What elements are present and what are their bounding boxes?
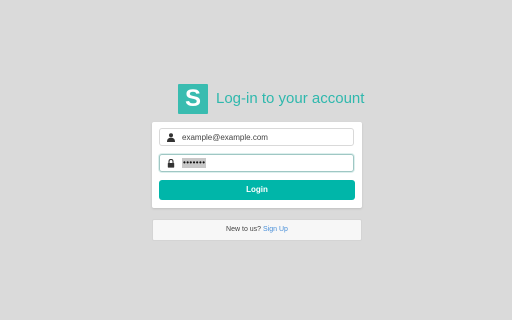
email-input[interactable]: example@example.com (182, 133, 268, 142)
email-field[interactable]: example@example.com (159, 128, 354, 146)
signup-link[interactable]: Sign Up (263, 226, 288, 233)
signup-prompt: New to us? (226, 226, 262, 233)
page-title: Log-in to your account (216, 90, 365, 107)
user-icon (164, 132, 178, 142)
app-logo: S (178, 84, 208, 114)
login-button[interactable]: Login (159, 180, 355, 200)
password-field[interactable]: ••••••• (159, 154, 354, 172)
login-form: example@example.com ••••••• Login (152, 122, 362, 208)
lock-icon (164, 158, 178, 168)
signup-message: New to us? Sign Up (152, 219, 362, 241)
password-input[interactable]: ••••••• (182, 158, 207, 168)
login-header: S Log-in to your account (178, 84, 364, 114)
